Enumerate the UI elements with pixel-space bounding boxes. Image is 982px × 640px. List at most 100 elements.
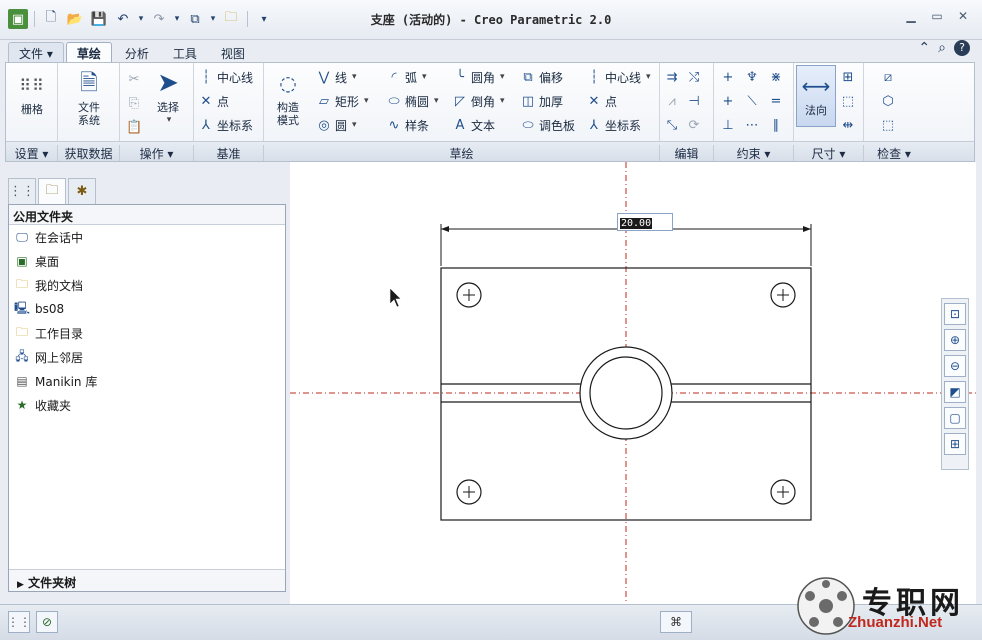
group-label-setup[interactable]: 设置 ▾ — [6, 145, 58, 161]
overlapping-geometry-button[interactable]: ⧄ — [880, 67, 896, 87]
sketch-point-button[interactable]: ✕ 点 — [586, 91, 617, 111]
group-constraints: + ♆ ⋇ + ⟍ = ⊥ ⋯ ∥ — [714, 63, 794, 141]
perimeter-button[interactable]: ⊞ — [840, 67, 856, 87]
collapse-ribbon-icon[interactable]: ⌃ — [918, 40, 930, 56]
coincident-constraint-button[interactable]: ⟍ — [744, 91, 760, 111]
baseline-button[interactable]: ⇹ — [840, 115, 856, 135]
list-item[interactable]: 🗀 我的文档 — [9, 273, 285, 297]
ellipse-button[interactable]: ⬭ 椭圆 ▾ — [386, 91, 438, 111]
maximize-icon[interactable]: ▭ — [928, 8, 946, 24]
sketch-coordsys-button[interactable]: ⅄ 坐标系 — [586, 115, 641, 135]
symmetric-constraint-button[interactable]: ⋯ — [744, 115, 760, 135]
list-item-label: 网上邻居 — [35, 350, 84, 365]
list-item[interactable]: ▣ 桌面 — [9, 249, 285, 273]
group-label-constraints[interactable]: 约束 ▾ — [714, 145, 794, 161]
arc-button[interactable]: ◜ 弧 ▾ — [386, 67, 426, 87]
tab-tools[interactable]: 工具 — [162, 42, 208, 62]
group-label-operations[interactable]: 操作 ▾ — [120, 145, 194, 161]
perpendicular-constraint-button[interactable]: ⊥ — [720, 115, 736, 135]
delete-segment-button[interactable]: ⤡ — [664, 115, 680, 135]
sketch-centerline-button[interactable]: ┆ 中心线 ▾ — [586, 67, 650, 87]
circle-button[interactable]: ◎ 圆 ▾ — [316, 115, 356, 135]
divide-button[interactable]: ⤭ — [686, 67, 702, 87]
list-item[interactable]: 🗀 工作目录 — [9, 321, 285, 345]
help-icon[interactable]: ? — [954, 40, 970, 56]
file-system-button[interactable]: 🗎 文件 系统 — [68, 67, 110, 127]
group-label-inspect[interactable]: 检查 ▾ — [864, 145, 924, 161]
refit-icon[interactable]: ⊡ — [944, 303, 966, 325]
vertical-constraint-button[interactable]: + — [720, 67, 736, 87]
text-button[interactable]: A 文本 — [452, 115, 495, 135]
grid-button[interactable]: ⠿⠿ 栅格 — [12, 69, 52, 116]
search-icon[interactable]: ⌕ — [938, 40, 946, 56]
boss-outer-circle[interactable] — [579, 346, 673, 440]
list-item[interactable]: ▤ Manikin 库 — [9, 369, 285, 393]
favorites-tab[interactable]: ✱ — [68, 178, 96, 204]
tangent-constraint-button[interactable]: ♆ — [744, 67, 760, 87]
datum-point-button[interactable]: ✕ 点 — [198, 91, 229, 111]
tab-file[interactable]: 文件 ▾ — [8, 42, 64, 62]
zoom-out-icon[interactable]: ⊖ — [944, 355, 966, 377]
minimize-icon[interactable]: ▁ — [902, 8, 920, 24]
reference-button[interactable]: ⬚ — [840, 91, 856, 111]
paste-button[interactable]: 📋 — [126, 117, 142, 137]
rectangle-button[interactable]: ▱ 矩形 ▾ — [316, 91, 369, 111]
model-tree-tab[interactable]: ⋮⋮ — [8, 178, 36, 204]
display-style-icon[interactable]: ▢ — [944, 407, 966, 429]
palette-button[interactable]: ⬭ 调色板 — [520, 115, 575, 135]
graphics-window[interactable]: 20.00 — [290, 162, 976, 604]
select-button[interactable]: ➤ 选择 ▾ — [148, 67, 188, 127]
sketcher-display-icon[interactable]: ⊞ — [944, 433, 966, 455]
folder-browser-tab[interactable]: 🗀 — [38, 178, 66, 204]
copy-button[interactable]: ⎘ — [126, 93, 142, 113]
folder-tree-label: 文件夹树 — [28, 576, 77, 590]
mirror-button[interactable]: ⩘ — [664, 91, 680, 111]
list-item[interactable]: 🖵 在会话中 — [9, 225, 285, 249]
modify-button[interactable]: ⇉ — [664, 67, 680, 87]
zoom-in-icon[interactable]: ⊕ — [944, 329, 966, 351]
folder-tree-toggle[interactable]: ▶ 文件夹树 — [9, 569, 285, 591]
browser-toggle-icon[interactable]: ⊘ — [36, 611, 58, 633]
tab-view[interactable]: 视图 — [210, 42, 256, 62]
equal-constraint-button[interactable]: = — [768, 91, 784, 111]
group-label-dimension[interactable]: 尺寸 ▾ — [794, 145, 864, 161]
corner-hole-bottom-left[interactable] — [456, 479, 482, 505]
cut-button[interactable]: ✂ — [126, 69, 142, 89]
shade-closed-loops-button[interactable]: ⬚ — [880, 115, 896, 135]
corner-hole-bottom-right[interactable] — [770, 479, 796, 505]
offset-button[interactable]: ⧉ 偏移 — [520, 67, 563, 87]
thicken-button[interactable]: ◫ 加厚 — [520, 91, 563, 111]
line-button[interactable]: ⋁ 线 ▾ — [316, 67, 357, 87]
datum-centerline-button[interactable]: ┆ 中心线 — [198, 67, 253, 87]
find-icon[interactable]: ⌘ — [660, 611, 692, 633]
normal-dimension-label: 法向 — [805, 104, 827, 117]
horizontal-constraint-button[interactable]: + — [720, 91, 736, 111]
highlight-open-ends-button[interactable]: ⬡ — [880, 91, 896, 111]
normal-dimension-button[interactable]: ⟷ 法向 — [796, 65, 836, 127]
parallel-constraint-button[interactable]: ∥ — [768, 115, 784, 135]
datum-coordsys-button[interactable]: ⅄ 坐标系 — [198, 115, 253, 135]
line-icon: ⋁ — [318, 69, 330, 85]
sketch-view-icon[interactable]: ◩ — [944, 381, 966, 403]
arc-label: 弧 — [405, 70, 418, 85]
corner-button[interactable]: ⊣ — [686, 91, 702, 111]
list-item-label: 工作目录 — [35, 326, 84, 341]
rotate-resize-button[interactable]: ⟳ — [686, 115, 702, 135]
list-item[interactable]: 🖳 bs08 — [9, 297, 285, 321]
tab-sketch[interactable]: 草绘 — [65, 42, 112, 62]
modify-icon: ⇉ — [666, 69, 678, 85]
spline-button[interactable]: ∿ 样条 — [386, 115, 429, 135]
construction-mode-button[interactable]: ◌ 构造 模式 — [268, 67, 308, 128]
midpoint-constraint-button[interactable]: ⋇ — [768, 67, 784, 87]
chamfer-button[interactable]: ◸ 倒角 ▾ — [452, 91, 505, 111]
corner-hole-top-right[interactable] — [770, 282, 796, 308]
group-label-edit: 编辑 — [660, 145, 714, 161]
navigator-toggle-icon[interactable]: ⋮⋮ — [7, 611, 31, 633]
fillet-button[interactable]: ╰ 圆角 ▾ — [452, 67, 504, 87]
close-icon[interactable]: ✕ — [954, 8, 972, 24]
list-item[interactable]: 🖧 网上邻居 — [9, 345, 285, 369]
tab-analysis[interactable]: 分析 — [114, 42, 160, 62]
corner-hole-top-left[interactable] — [456, 282, 482, 308]
dimension-value-input[interactable]: 20.00 — [617, 213, 673, 231]
list-item[interactable]: ★ 收藏夹 — [9, 393, 285, 417]
